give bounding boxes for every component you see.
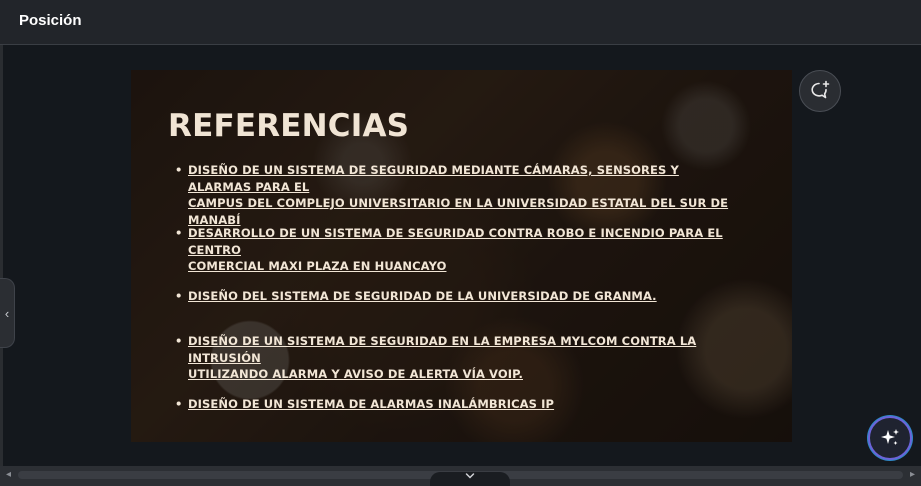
sparkles-icon xyxy=(881,429,899,445)
reference-line[interactable]: CAMPUS DEL COMPLEJO UNIVERSITARIO EN LA … xyxy=(188,196,728,227)
ai-assistant-button[interactable] xyxy=(868,416,912,460)
reference-line[interactable]: COMERCIAL MAXI PLAZA EN HUANCAYO xyxy=(188,259,446,273)
reference-line[interactable]: DESARROLLO DE UN SISTEMA DE SEGURIDAD CO… xyxy=(188,226,723,257)
top-bar: Posición xyxy=(0,0,921,45)
reference-line[interactable]: DISEÑO DE UN SISTEMA DE SEGURIDAD MEDIAN… xyxy=(188,163,679,194)
slide-heading: REFERENCIAS xyxy=(168,108,410,144)
reference-item[interactable]: DISEÑO DEL SISTEMA DE SEGURIDAD DE LA UN… xyxy=(175,288,657,305)
arrow-left-icon[interactable]: ◂ xyxy=(6,469,11,480)
slide-preview[interactable]: REFERENCIAS DISEÑO DE UN SISTEMA DE SEGU… xyxy=(131,70,792,442)
reference-line[interactable]: DISEÑO DE UN SISTEMA DE SEGURIDAD EN LA … xyxy=(188,334,696,365)
chevron-down-icon xyxy=(465,473,475,479)
reference-line[interactable]: DISEÑO DE UN SISTEMA DE ALARMAS INALÁMBR… xyxy=(188,397,554,411)
panel-title: Posición xyxy=(19,12,82,29)
reference-line[interactable]: UTILIZANDO ALARMA Y AVISO DE ALERTA VÍA … xyxy=(188,367,523,381)
reference-item[interactable]: DISEÑO DE UN SISTEMA DE SEGURIDAD MEDIAN… xyxy=(175,162,745,228)
add-comment-button[interactable] xyxy=(799,70,841,112)
reference-line[interactable]: DISEÑO DEL SISTEMA DE SEGURIDAD DE LA UN… xyxy=(188,289,657,303)
reference-item[interactable]: DISEÑO DE UN SISTEMA DE ALARMAS INALÁMBR… xyxy=(175,396,554,413)
bottom-panel-toggle[interactable] xyxy=(430,472,510,486)
chevron-left-icon: ‹ xyxy=(4,305,10,321)
arrow-right-icon[interactable]: ▸ xyxy=(910,469,915,480)
add-comment-icon xyxy=(811,80,830,99)
collapse-panel-button[interactable]: ‹ xyxy=(0,278,15,348)
reference-item[interactable]: DISEÑO DE UN SISTEMA DE SEGURIDAD EN LA … xyxy=(175,333,745,383)
reference-item[interactable]: DESARROLLO DE UN SISTEMA DE SEGURIDAD CO… xyxy=(175,225,745,275)
